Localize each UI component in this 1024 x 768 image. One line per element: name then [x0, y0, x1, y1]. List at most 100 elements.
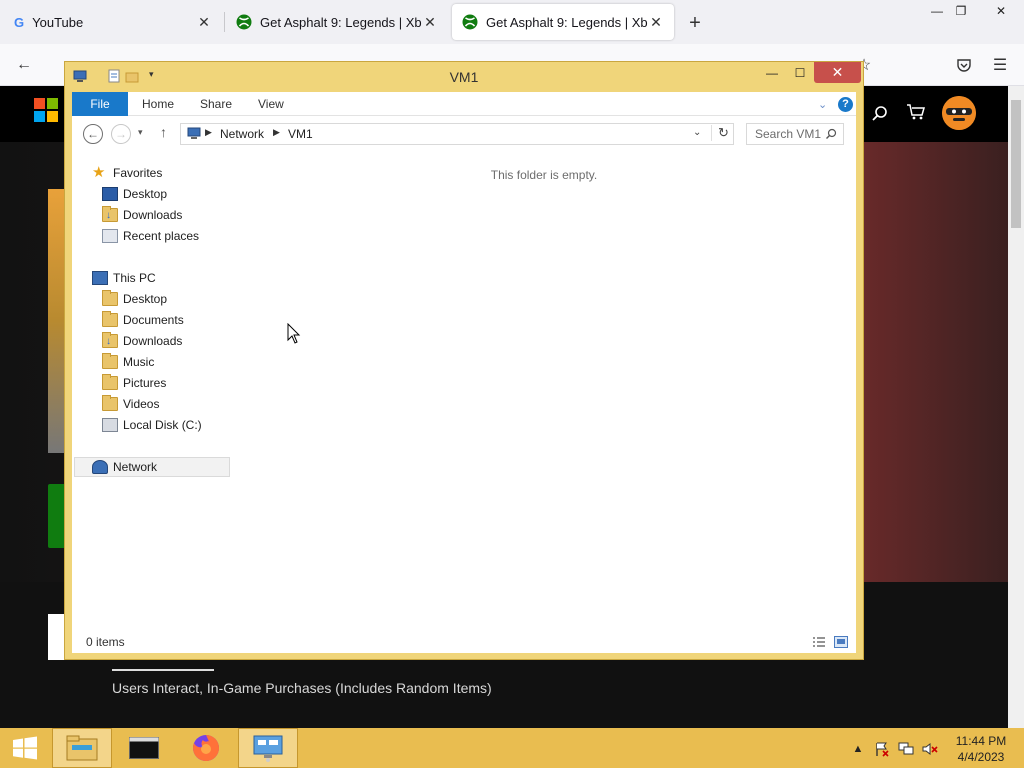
close-icon[interactable]: ✕: [422, 14, 438, 30]
maximize-button[interactable]: ☐: [787, 62, 813, 83]
microsoft-logo[interactable]: [34, 98, 58, 122]
downloads-folder-icon: ↓: [102, 206, 118, 222]
tab-view[interactable]: View: [258, 92, 284, 116]
refresh-icon[interactable]: ↻: [711, 125, 729, 141]
folder-icon: [102, 290, 118, 306]
system-clock[interactable]: 11:44 PM 4/4/2023: [946, 733, 1016, 765]
empty-folder-message: This folder is empty.: [490, 168, 598, 182]
action-center-flag-icon[interactable]: [874, 741, 890, 757]
close-button[interactable]: ✕: [814, 62, 861, 83]
tab-home[interactable]: Home: [142, 92, 174, 116]
item-count: 0 items: [86, 635, 125, 649]
computer-icon: [92, 271, 108, 285]
nav-pc-local-disk[interactable]: Local Disk (C:): [102, 415, 202, 435]
tab-title: Get Asphalt 9: Legends | Xbox: [486, 14, 648, 30]
tab-asphalt-1[interactable]: Get Asphalt 9: Legends | Xbox ✕: [226, 4, 448, 40]
tab-asphalt-2[interactable]: Get Asphalt 9: Legends | Xbox ✕: [452, 4, 674, 40]
tab-title: Get Asphalt 9: Legends | Xbox: [260, 14, 422, 30]
tab-title: YouTube: [32, 14, 84, 30]
desktop-icon: [102, 187, 118, 201]
menu-icon[interactable]: ☰: [988, 54, 1012, 76]
nav-pc-documents[interactable]: Documents: [102, 310, 184, 330]
nav-favorites-downloads[interactable]: ↓ Downloads: [102, 205, 182, 225]
file-explorer-icon: [66, 735, 98, 761]
expand-ribbon-icon[interactable]: ⌄: [818, 92, 827, 116]
search-placeholder: Search VM1: [755, 127, 822, 141]
back-arrow-icon[interactable]: ←: [12, 54, 36, 76]
details-view-icon[interactable]: [812, 636, 826, 648]
music-folder-icon: [102, 353, 118, 369]
search-icon[interactable]: [868, 102, 892, 126]
forward-button[interactable]: →: [111, 124, 131, 144]
explorer-body: ★ Favorites Desktop ↓ Downloads Recent p…: [72, 152, 856, 640]
pocket-icon[interactable]: [952, 54, 976, 76]
tab-file[interactable]: File: [72, 92, 128, 116]
clock-time: 11:44 PM: [955, 734, 1007, 748]
xbox-icon: [236, 14, 252, 30]
start-button[interactable]: [0, 728, 50, 768]
rating-divider: [112, 669, 214, 671]
back-button[interactable]: ←: [83, 124, 103, 144]
browser-close-button[interactable]: ✕: [986, 2, 1016, 20]
help-icon[interactable]: ?: [838, 92, 853, 116]
nav-network[interactable]: Network: [74, 457, 230, 477]
mouse-cursor-icon: [287, 323, 301, 344]
close-icon[interactable]: ✕: [196, 14, 212, 30]
windows-logo-icon: [13, 736, 37, 760]
recent-locations-icon[interactable]: ▾: [138, 127, 143, 138]
nav-this-pc[interactable]: This PC: [92, 268, 156, 288]
terminal-icon: [129, 737, 159, 759]
search-input[interactable]: Search VM1: [746, 123, 844, 145]
show-hidden-icons-icon[interactable]: ▲: [850, 741, 866, 757]
up-arrow-icon[interactable]: ↑: [160, 124, 167, 140]
explorer-title-bar[interactable]: ▾ VM1 — ☐ ✕: [65, 62, 863, 92]
taskbar-file-explorer[interactable]: [52, 728, 112, 768]
minimize-button[interactable]: —: [759, 62, 785, 83]
large-icons-view-icon[interactable]: [834, 636, 848, 648]
volume-muted-icon[interactable]: [922, 741, 938, 757]
cart-icon[interactable]: [904, 100, 928, 124]
address-history-icon[interactable]: ⌄: [693, 127, 701, 138]
downloads-folder-icon: ↓: [102, 332, 118, 348]
network-computer-icon: [187, 127, 201, 139]
breadcrumb-network[interactable]: Network: [220, 127, 264, 141]
breadcrumb-vm1[interactable]: VM1: [288, 127, 313, 141]
remote-desktop-icon: [253, 735, 283, 762]
window-title: VM1: [449, 69, 479, 85]
breadcrumb-chevron-icon: ▶: [273, 127, 280, 137]
file-explorer-window: ▾ VM1 — ☐ ✕ File Home Share View ⌄ ? ← →…: [64, 61, 864, 660]
taskbar-firefox[interactable]: [176, 728, 236, 768]
nav-pc-downloads[interactable]: ↓ Downloads: [102, 331, 182, 351]
new-tab-button[interactable]: +: [684, 12, 706, 34]
network-icon: [92, 460, 108, 474]
nav-pc-pictures[interactable]: Pictures: [102, 373, 166, 393]
hard-drive-icon: [102, 418, 118, 432]
page-scrollbar[interactable]: [1008, 86, 1024, 728]
taskbar-remote-desktop[interactable]: [238, 728, 298, 768]
documents-folder-icon: [102, 311, 118, 327]
close-icon[interactable]: ✕: [648, 14, 664, 30]
page-scroll-thumb[interactable]: [1011, 100, 1021, 228]
tab-youtube[interactable]: G YouTube ✕: [4, 4, 222, 40]
nav-pc-music[interactable]: Music: [102, 352, 154, 372]
pictures-folder-icon: [102, 374, 118, 390]
clock-date: 4/4/2023: [957, 750, 1005, 764]
address-row: ← → ▾ ↑ ▶ Network ▶ VM1 ⌄ ↻ Search VM1: [72, 116, 856, 152]
nav-pc-desktop[interactable]: Desktop: [102, 289, 167, 309]
nav-favorites-desktop[interactable]: Desktop: [102, 184, 167, 204]
tab-share[interactable]: Share: [200, 92, 232, 116]
nav-pc-videos[interactable]: Videos: [102, 394, 159, 414]
address-bar[interactable]: ▶ Network ▶ VM1 ⌄ ↻: [180, 123, 734, 145]
browser-restore-button[interactable]: ❐: [946, 2, 976, 20]
recent-places-icon: [102, 229, 118, 243]
taskbar-command-prompt[interactable]: [114, 728, 174, 768]
firefox-icon: [193, 735, 219, 761]
browser-tab-bar: G YouTube ✕ Get Asphalt 9: Legends | Xbo…: [0, 0, 1024, 44]
network-tray-icon[interactable]: [898, 741, 914, 757]
taskbar: ▲ 11:44 PM 4/4/2023: [0, 728, 1024, 768]
xbox-icon: [462, 14, 478, 30]
avatar[interactable]: [942, 96, 976, 130]
nav-favorites-recent[interactable]: Recent places: [102, 226, 199, 246]
ribbon: File Home Share View ⌄ ?: [72, 92, 856, 116]
breadcrumb-chevron-icon: ▶: [205, 127, 212, 137]
